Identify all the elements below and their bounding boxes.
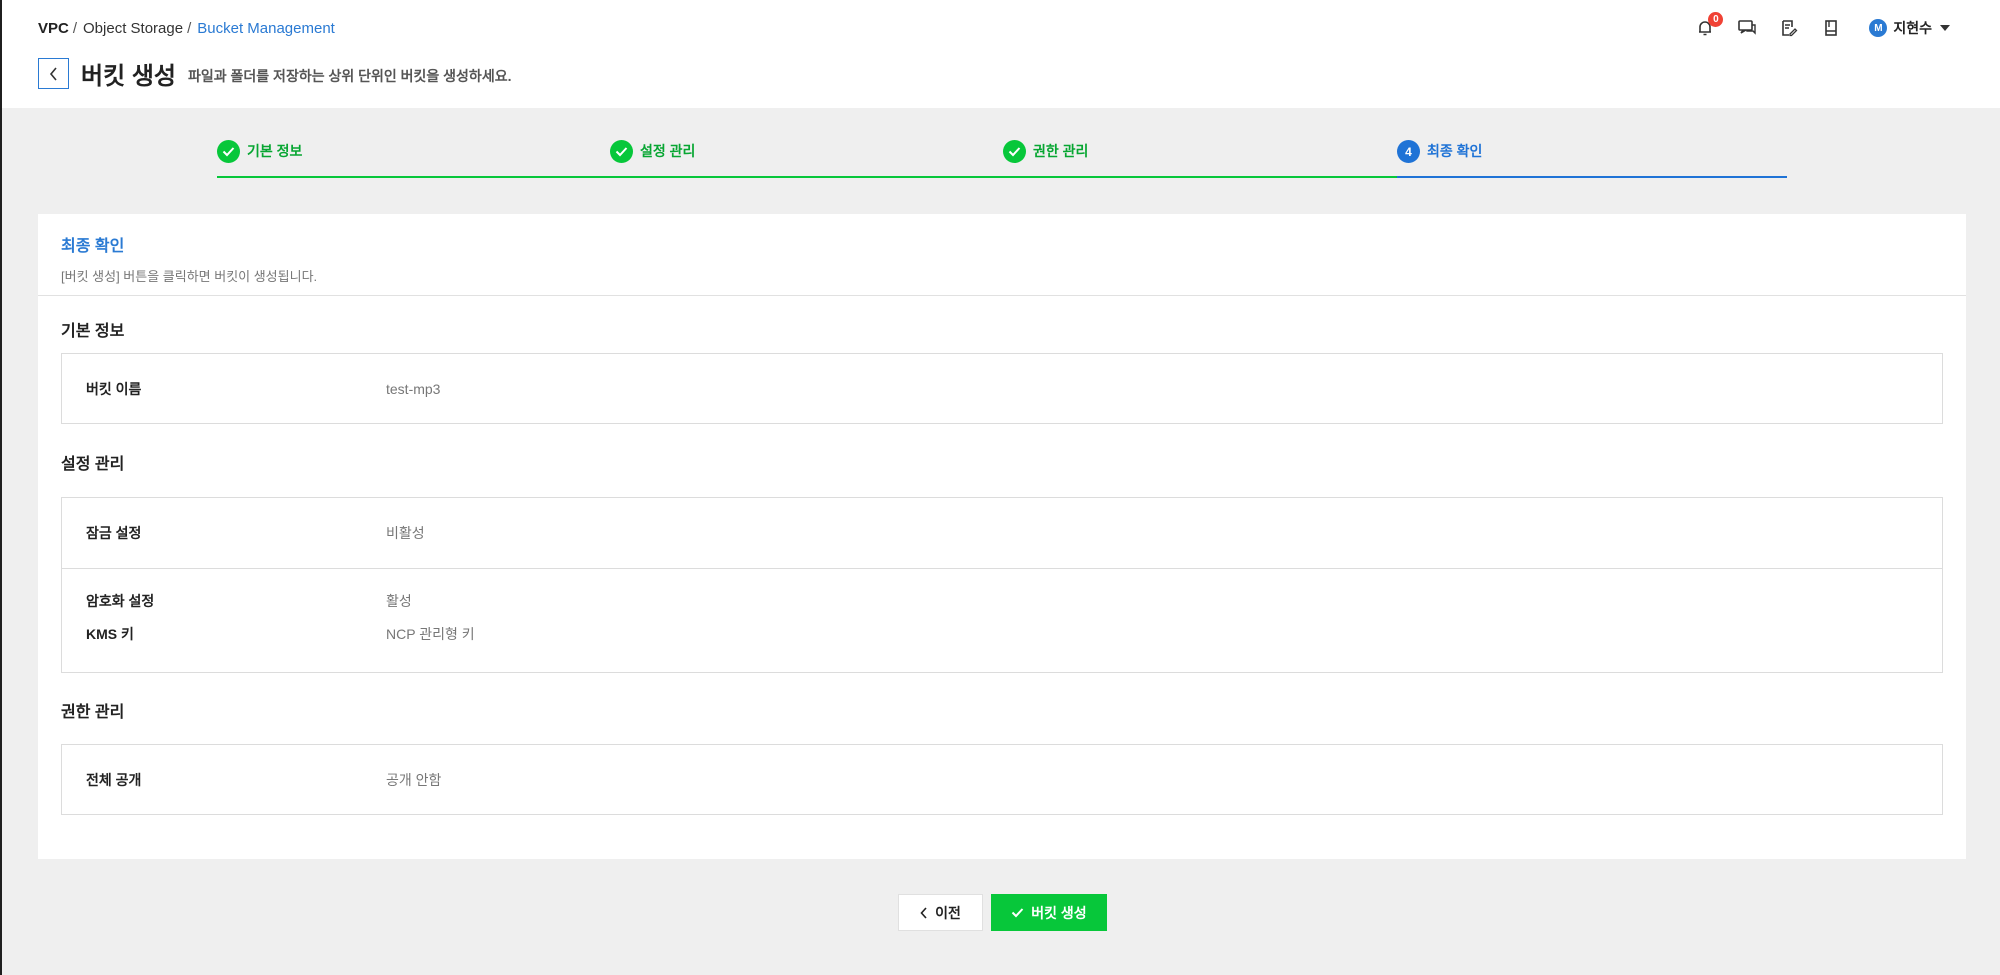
notes-button[interactable] — [1777, 16, 1801, 40]
info-row: 잠금 설정 비활성 — [62, 498, 1942, 568]
row-value: 활성 — [386, 593, 412, 609]
breadcrumb-separator: / — [72, 20, 78, 37]
step-label: 기본 정보 — [247, 143, 303, 159]
row-value: 비활성 — [386, 525, 425, 541]
chevron-left-icon — [920, 906, 927, 919]
review-card: 최종 확인 [버킷 생성] 버튼을 클릭하면 버킷이 생성됩니다. 기본 정보 … — [38, 214, 1966, 859]
book-icon — [1825, 20, 1838, 36]
window-left-edge — [0, 0, 2, 975]
notification-badge: 0 — [1708, 12, 1724, 27]
step-label: 설정 관리 — [640, 143, 696, 159]
create-bucket-button-label: 버킷 생성 — [1031, 904, 1087, 921]
row-label: 전체 공개 — [86, 771, 142, 788]
encryption-group: 암호화 설정 활성 KMS 키 NCP 관리형 키 — [62, 569, 1942, 644]
row-label: 버킷 이름 — [86, 380, 142, 397]
step-number: 4 — [1397, 140, 1420, 163]
avatar: M — [1869, 19, 1888, 37]
step-progress-line — [610, 176, 1003, 178]
previous-button[interactable]: 이전 — [898, 894, 983, 931]
permissions-box: 전체 공개 공개 안함 — [61, 744, 1943, 815]
user-name: 지현수 — [1893, 20, 1932, 36]
card-header: 최종 확인 [버킷 생성] 버튼을 클릭하면 버킷이 생성됩니다. — [38, 214, 1966, 296]
section-title-settings: 설정 관리 — [61, 456, 125, 473]
title-row: 버킷 생성 파일과 폴더를 저장하는 상위 단위인 버킷을 생성하세요. — [38, 56, 511, 91]
caret-down-icon — [1940, 25, 1950, 31]
step-permissions[interactable]: 권한 관리 — [1003, 140, 1397, 178]
info-row: 전체 공개 공개 안함 — [62, 745, 1942, 814]
check-icon — [610, 140, 633, 163]
back-button[interactable] — [38, 58, 69, 89]
breadcrumb-object-storage[interactable]: Object Storage — [83, 20, 183, 37]
card-title: 최종 확인 — [61, 238, 125, 255]
step-progress-line — [1003, 176, 1397, 178]
chevron-left-icon — [49, 66, 57, 81]
row-label: 잠금 설정 — [86, 525, 142, 541]
edit-note-icon — [1782, 20, 1798, 37]
step-final-review[interactable]: 4 최종 확인 — [1397, 140, 1787, 178]
step-label: 권한 관리 — [1033, 143, 1089, 159]
basic-info-box: 버킷 이름 test-mp3 — [61, 353, 1943, 424]
section-title-basic: 기본 정보 — [61, 323, 125, 340]
user-menu[interactable]: M 지현수 — [1869, 18, 1950, 38]
info-row: 암호화 설정 활성 — [62, 591, 1942, 611]
chat-icon — [1738, 20, 1757, 35]
row-value: test-mp3 — [386, 380, 441, 397]
step-basic-info[interactable]: 기본 정보 — [217, 140, 610, 178]
previous-button-label: 이전 — [935, 904, 961, 921]
settings-box: 잠금 설정 비활성 암호화 설정 활성 KMS 키 NCP 관리형 키 — [61, 497, 1943, 673]
row-label: KMS 키 — [86, 626, 134, 642]
step-progress-line — [217, 176, 610, 178]
page-title: 버킷 생성 — [81, 63, 176, 90]
breadcrumb-vpc[interactable]: VPC — [38, 20, 69, 37]
step-settings[interactable]: 설정 관리 — [610, 140, 1003, 178]
row-value: 공개 안함 — [386, 771, 442, 788]
stepper: 기본 정보 설정 관리 권한 관리 4 최종 확인 — [217, 140, 1787, 178]
check-icon — [217, 140, 240, 163]
guide-button[interactable] — [1819, 16, 1843, 40]
check-icon — [1012, 908, 1024, 918]
section-title-permissions: 권한 관리 — [61, 704, 125, 721]
step-label: 최종 확인 — [1427, 143, 1483, 159]
notifications-button[interactable]: 0 — [1693, 12, 1724, 40]
page-header: VPC / Object Storage / Bucket Management… — [2, 0, 2000, 108]
footer-actions: 이전 버킷 생성 — [898, 894, 1107, 931]
row-label: 암호화 설정 — [86, 593, 155, 609]
chat-button[interactable] — [1735, 16, 1759, 40]
breadcrumb-bucket-management[interactable]: Bucket Management — [197, 20, 335, 37]
info-row: KMS 키 NCP 관리형 키 — [62, 624, 1942, 644]
create-bucket-button[interactable]: 버킷 생성 — [991, 894, 1107, 931]
breadcrumb: VPC / Object Storage / Bucket Management — [38, 20, 335, 37]
check-icon — [1003, 140, 1026, 163]
info-row: 버킷 이름 test-mp3 — [62, 354, 1942, 423]
breadcrumb-separator: / — [187, 20, 192, 37]
step-progress-line — [1397, 176, 1787, 178]
card-description: [버킷 생성] 버튼을 클릭하면 버킷이 생성됩니다. — [61, 269, 318, 284]
page-subtitle: 파일과 폴더를 저장하는 상위 단위인 버킷을 생성하세요. — [188, 67, 512, 84]
row-value: NCP 관리형 키 — [386, 626, 475, 642]
header-toolbar: 0 M 지현수 — [1675, 12, 1950, 40]
